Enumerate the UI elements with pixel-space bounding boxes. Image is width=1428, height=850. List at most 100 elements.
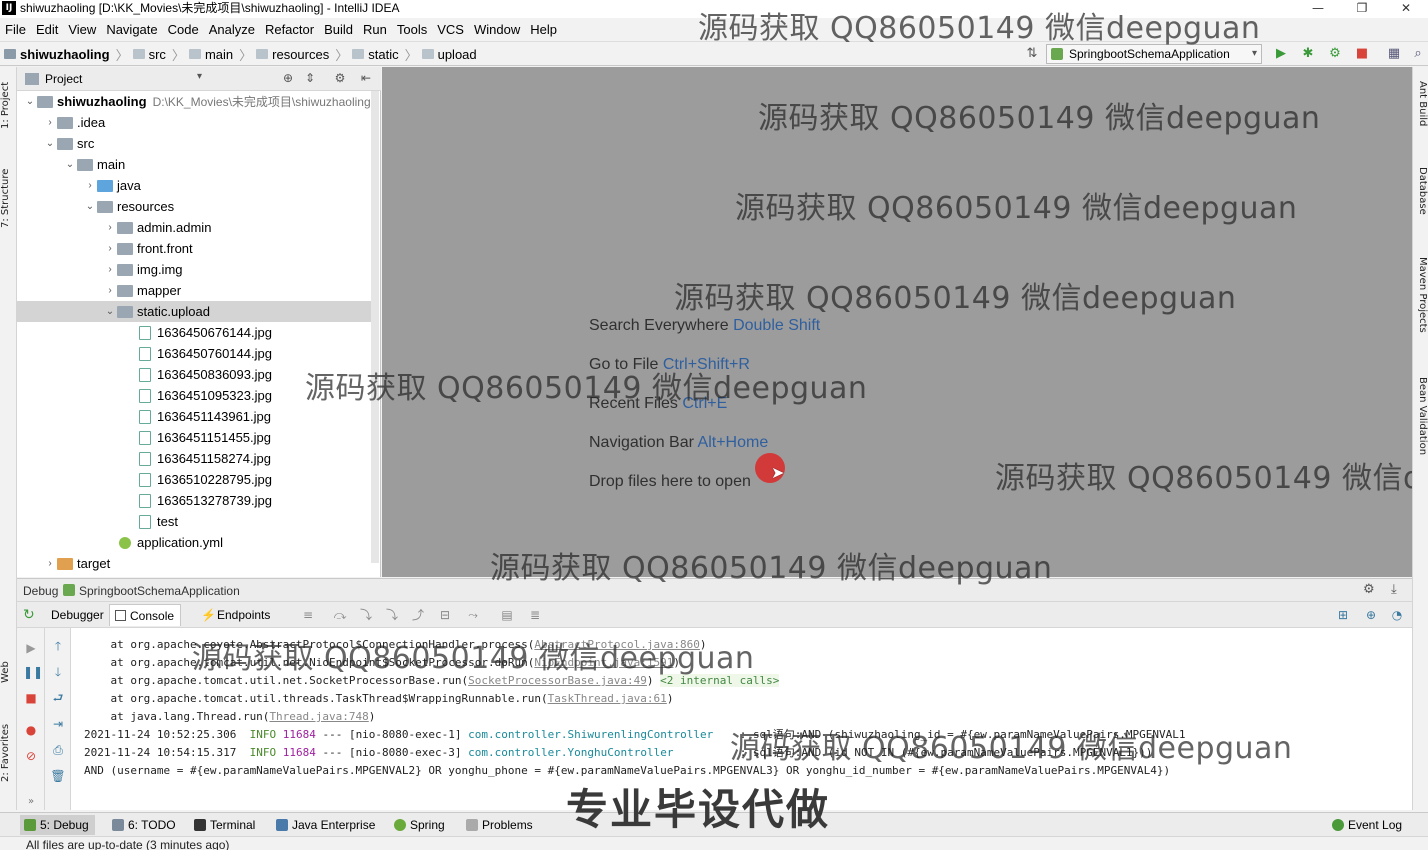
- minimize-button[interactable]: —: [1296, 0, 1340, 18]
- evaluate-icon[interactable]: ▤: [499, 607, 515, 623]
- stop-icon[interactable]: ■: [1354, 46, 1370, 62]
- tree-node[interactable]: › mapper: [17, 280, 379, 301]
- tool-tab-project[interactable]: 1: Project: [0, 77, 17, 133]
- breadcrumb-item[interactable]: src 〉: [132, 45, 185, 64]
- gear-icon[interactable]: ⚙: [1363, 582, 1375, 597]
- search-icon[interactable]: ⌕: [1410, 46, 1426, 62]
- tool-tab-java-enterprise[interactable]: Java Enterprise: [272, 815, 381, 835]
- menu-item-navigate[interactable]: Navigate: [101, 22, 162, 37]
- run-configuration-select[interactable]: SpringbootSchemaApplication ▾: [1046, 44, 1262, 64]
- chevron-right-icon[interactable]: ›: [103, 222, 117, 233]
- menu-item-analyze[interactable]: Analyze: [204, 22, 260, 37]
- chevron-down-icon[interactable]: ⌄: [103, 306, 117, 317]
- tool-tab-problems[interactable]: Problems: [462, 815, 539, 835]
- tool-tab-bean-validation[interactable]: Bean Validation: [1414, 377, 1428, 477]
- menu-item-code[interactable]: Code: [163, 22, 204, 37]
- editor-empty-area[interactable]: Search Everywhere Double Shift Go to File…: [382, 67, 1412, 577]
- tree-node[interactable]: 1636451143961.jpg: [17, 406, 379, 427]
- project-structure-icon[interactable]: ▦: [1386, 46, 1402, 62]
- soft-wrap-icon[interactable]: ⮐: [50, 690, 66, 706]
- tree-node[interactable]: › front.front: [17, 238, 379, 259]
- debug-app-name[interactable]: SpringbootSchemaApplication: [79, 584, 240, 598]
- trace-icon[interactable]: ≣: [527, 607, 543, 623]
- tool-tab-database[interactable]: Database: [1414, 167, 1428, 237]
- locate-icon[interactable]: ⊕: [281, 71, 295, 85]
- menu-item-run[interactable]: Run: [358, 22, 392, 37]
- collapse-icon[interactable]: ⇕: [303, 71, 317, 85]
- project-panel-title[interactable]: Project: [45, 72, 82, 86]
- coverage-icon[interactable]: ⚙: [1327, 46, 1343, 62]
- show-execution-point-icon[interactable]: ≡: [300, 607, 316, 623]
- restore-layout-icon[interactable]: ⊞: [1335, 607, 1351, 623]
- tree-node[interactable]: 1636510228795.jpg: [17, 469, 379, 490]
- tree-node[interactable]: ⌄ main: [17, 154, 379, 175]
- breadcrumb-item[interactable]: upload: [421, 47, 477, 62]
- chevron-right-icon[interactable]: ›: [103, 264, 117, 275]
- drop-frame-icon[interactable]: ⊟: [437, 607, 453, 623]
- force-step-into-icon[interactable]: ⤵: [384, 607, 400, 623]
- print-icon[interactable]: ⎙: [50, 742, 66, 758]
- scroll-to-end-icon[interactable]: ⇥: [50, 716, 66, 732]
- up-arrow-icon[interactable]: 🡑: [50, 638, 66, 654]
- stop-icon[interactable]: ■: [23, 690, 39, 706]
- chevron-down-icon[interactable]: ⌄: [83, 201, 97, 212]
- tree-node[interactable]: › .idea: [17, 112, 379, 133]
- tool-tab-spring[interactable]: Spring: [390, 815, 451, 835]
- tool-tab-web[interactable]: Web: [0, 657, 17, 687]
- tree-node[interactable]: 1636451151455.jpg: [17, 427, 379, 448]
- step-out-icon[interactable]: ⤴: [410, 607, 426, 623]
- tree-node[interactable]: 1636451158274.jpg: [17, 448, 379, 469]
- menu-item-file[interactable]: File: [0, 22, 31, 37]
- mute-breakpoints-icon[interactable]: ⊘: [23, 748, 39, 764]
- run-icon[interactable]: ▶: [1273, 46, 1289, 62]
- chevron-right-icon[interactable]: ›: [83, 180, 97, 191]
- tree-node[interactable]: ⌄ shiwuzhaoling D:\KK_Movies\未完成项目\shiwuzh…: [17, 91, 379, 112]
- tree-node[interactable]: › java: [17, 175, 379, 196]
- sort-icon[interactable]: ⇅: [1024, 46, 1040, 62]
- tab-console[interactable]: Console: [109, 604, 182, 626]
- menu-item-help[interactable]: Help: [525, 22, 562, 37]
- hide-icon[interactable]: ⇤: [359, 71, 373, 85]
- gear-icon[interactable]: ⚙: [333, 71, 347, 85]
- tool-tab-favorites[interactable]: 2: Favorites: [0, 717, 17, 789]
- tool-tab-terminal[interactable]: Terminal: [190, 815, 261, 835]
- breadcrumb-item[interactable]: static 〉: [352, 45, 418, 64]
- down-arrow-icon[interactable]: 🡓: [50, 664, 66, 680]
- restore-button[interactable]: ❐: [1340, 0, 1384, 18]
- scrollbar[interactable]: [371, 91, 379, 563]
- breadcrumb-item[interactable]: main 〉: [188, 45, 252, 64]
- log-logger[interactable]: com.controller.ShiwurenlingController: [468, 728, 713, 741]
- menu-item-window[interactable]: Window: [469, 22, 525, 37]
- tool-tab-maven[interactable]: Maven Projects: [1414, 257, 1428, 357]
- tree-node[interactable]: test: [17, 511, 379, 532]
- menu-item-edit[interactable]: Edit: [31, 22, 63, 37]
- clear-all-icon[interactable]: 🗑: [50, 768, 66, 784]
- run-to-cursor-icon[interactable]: ⤳: [465, 607, 481, 623]
- view-breakpoints-icon[interactable]: ●: [23, 722, 39, 738]
- tool-tab-ant-build[interactable]: Ant Build: [1414, 81, 1428, 141]
- tool-tab-structure[interactable]: 7: Structure: [0, 162, 17, 234]
- more-icon[interactable]: »: [23, 794, 39, 810]
- tree-node[interactable]: ⌄ static.upload: [17, 301, 379, 322]
- menu-item-tools[interactable]: Tools: [392, 22, 432, 37]
- step-into-icon[interactable]: ⤵: [358, 607, 374, 623]
- pause-icon[interactable]: ❚❚: [23, 664, 43, 680]
- chevron-right-icon[interactable]: ›: [43, 558, 57, 569]
- close-button[interactable]: ✕: [1384, 0, 1428, 18]
- tree-node[interactable]: ⌄ resources: [17, 196, 379, 217]
- tool-tab-debug[interactable]: 5: Debug: [20, 815, 95, 835]
- tree-node[interactable]: ⌄ src: [17, 133, 379, 154]
- chevron-down-icon[interactable]: ⌄: [43, 138, 57, 149]
- breadcrumb-item[interactable]: resources 〉: [256, 45, 348, 64]
- source-link[interactable]: Thread.java:748: [269, 710, 368, 723]
- tab-endpoints[interactable]: ⚡ Endpoints: [197, 604, 276, 626]
- tab-debugger[interactable]: Debugger: [45, 604, 110, 626]
- menu-item-vcs[interactable]: VCS: [432, 22, 469, 37]
- chevron-down-icon[interactable]: ▾: [197, 71, 202, 82]
- step-over-icon[interactable]: ⤼: [332, 607, 348, 623]
- tree-node[interactable]: application.yml: [17, 532, 379, 553]
- tree-node[interactable]: › admin.admin: [17, 217, 379, 238]
- hide-icon[interactable]: ⤓: [1391, 582, 1397, 597]
- menu-item-build[interactable]: Build: [319, 22, 358, 37]
- event-log-button[interactable]: Event Log: [1328, 815, 1408, 835]
